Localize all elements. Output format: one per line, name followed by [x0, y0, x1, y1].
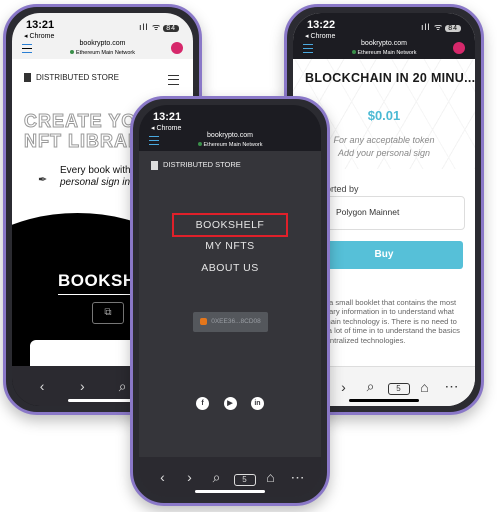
- tabs-button[interactable]: 5: [387, 378, 410, 395]
- network-name: Polygon Mainnet: [336, 207, 400, 217]
- forward-icon[interactable]: ›: [72, 378, 92, 394]
- home-icon[interactable]: ⌂: [261, 469, 281, 485]
- network-indicator: Ethereum Main Network: [12, 50, 193, 56]
- url-bar[interactable]: bookrypto.com: [293, 40, 475, 47]
- nav-item-bookshelf[interactable]: BOOKSHELF: [171, 213, 289, 237]
- facebook-icon[interactable]: f: [196, 397, 210, 410]
- avatar[interactable]: [453, 42, 465, 54]
- back-icon[interactable]: ‹: [32, 378, 52, 394]
- url-bar[interactable]: bookrypto.com: [139, 132, 321, 139]
- back-to-app-link[interactable]: ◂ Chrome: [24, 32, 54, 40]
- youtube-icon[interactable]: ▶: [223, 397, 237, 410]
- nav-menu: BOOKSHELF MY NFTS ABOUT US: [139, 213, 321, 279]
- nav-item-my-nfts[interactable]: MY NFTS: [139, 235, 321, 257]
- home-indicator: [195, 490, 265, 493]
- signal-icon: ıll ᯤ 84: [139, 20, 179, 33]
- book-icon: [151, 160, 158, 170]
- product-title: BLOCKCHAIN IN 20 MINU...: [305, 71, 475, 85]
- link-icon[interactable]: ⧉: [92, 302, 124, 324]
- phone-middle: 13:21 ◂ Chrome bookrypto.com Ethereum Ma…: [130, 96, 330, 506]
- tabs-button[interactable]: 5: [233, 469, 256, 486]
- network-dot-icon: [197, 142, 202, 146]
- signal-icon: ıll ᯤ 84: [421, 20, 461, 33]
- home-indicator: [349, 399, 419, 402]
- more-icon[interactable]: ⋯: [442, 378, 462, 395]
- wallet-address-button[interactable]: 0XEE36...8CD08: [193, 312, 268, 332]
- linkedin-icon[interactable]: in: [250, 397, 264, 410]
- status-bar: 13:22 ◂ Chrome ıll ᯤ 84 bookrypto.com Eth…: [293, 13, 475, 59]
- status-time: 13:22: [307, 19, 336, 31]
- home-icon[interactable]: ⌂: [415, 379, 435, 395]
- back-to-app-link[interactable]: ◂ Chrome: [151, 124, 181, 132]
- avatar[interactable]: [171, 42, 183, 54]
- network-dot-icon: [70, 50, 74, 54]
- status-time: 13:21: [153, 111, 182, 123]
- battery-indicator: 84: [163, 25, 179, 32]
- store-logo[interactable]: DISTRIBUTED STORE: [151, 160, 241, 170]
- phone-middle-screen: 13:21 ◂ Chrome bookrypto.com Ethereum Ma…: [139, 105, 321, 497]
- network-dot-icon: [351, 50, 356, 54]
- store-logo[interactable]: DISTRIBUTED STORE: [24, 73, 119, 83]
- more-icon[interactable]: ⋯: [288, 469, 308, 486]
- status-time: 13:21: [26, 19, 55, 31]
- forward-icon[interactable]: ›: [334, 379, 354, 395]
- search-icon[interactable]: ⌕: [207, 469, 227, 486]
- home-indicator: [67, 399, 138, 402]
- pen-icon: ✒: [38, 174, 48, 186]
- metamask-icon: [200, 317, 208, 325]
- hamburger-icon[interactable]: [168, 75, 179, 85]
- back-to-app-link[interactable]: ◂ Chrome: [305, 32, 335, 40]
- social-links: f ▶ in: [139, 392, 321, 410]
- url-bar[interactable]: bookrypto.com: [12, 40, 193, 47]
- nav-item-about-us[interactable]: ABOUT US: [139, 257, 321, 279]
- network-indicator: Ethereum Main Network: [293, 50, 475, 56]
- book-icon: [24, 73, 31, 83]
- network-indicator: Ethereum Main Network: [139, 142, 321, 148]
- back-icon[interactable]: ‹: [153, 469, 173, 485]
- status-bar: 13:21 ◂ Chrome bookrypto.com Ethereum Ma…: [139, 105, 321, 151]
- search-icon[interactable]: ⌕: [361, 378, 381, 395]
- battery-indicator: 84: [445, 25, 461, 32]
- forward-icon[interactable]: ›: [180, 469, 200, 485]
- status-bar: 13:21 ◂ Chrome ıll ᯤ 84 bookrypto.com Eth…: [12, 13, 193, 59]
